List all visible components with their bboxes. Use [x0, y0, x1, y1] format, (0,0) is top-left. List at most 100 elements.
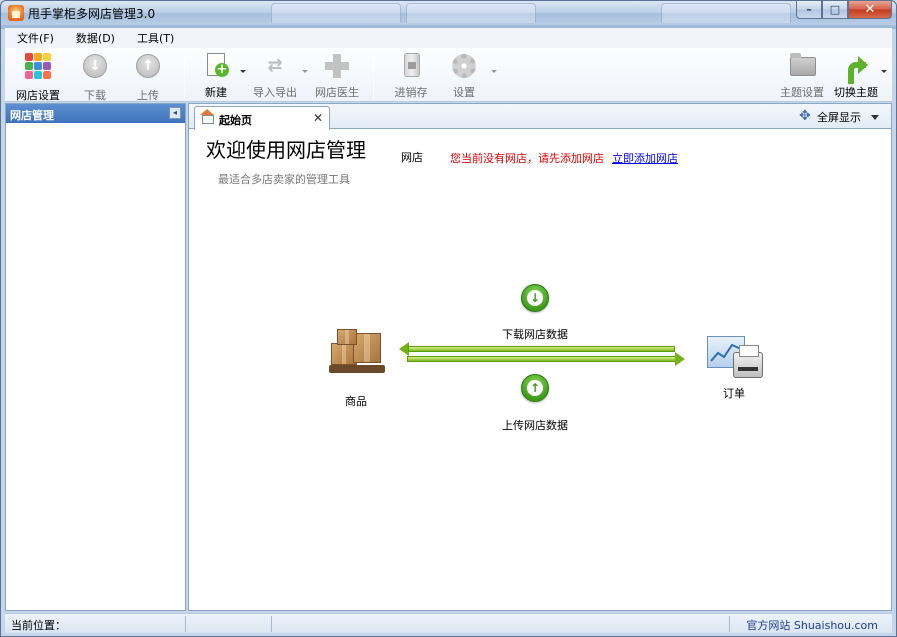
new-button[interactable]: 新建 — [201, 50, 231, 100]
welcome-subtitle: 最适合多店卖家的管理工具 — [218, 173, 350, 186]
move-arrows-icon — [799, 108, 813, 124]
arrow-shaft — [408, 346, 675, 352]
no-shop-warning: 您当前没有网店，请先添加网店 — [450, 152, 604, 165]
menu-file[interactable]: 文件(F) — [15, 30, 56, 46]
download-arrow-container: ↓ — [81, 52, 109, 80]
menu-bar: 文件(F) 数据(D) 工具(T) — [5, 28, 892, 48]
new-label: 新建 — [205, 86, 227, 99]
menu-tools[interactable]: 工具(T) — [135, 30, 176, 46]
printer-shape — [733, 345, 763, 378]
box-shape — [337, 329, 357, 345]
upload-shop-data-button[interactable]: ↑ — [521, 374, 549, 402]
inventory-label: 进销存 — [394, 86, 428, 99]
new-dropdown-arrow-icon[interactable] — [240, 70, 246, 73]
window-title: 甩手掌柜多网店管理3.0 — [28, 7, 156, 21]
add-shop-link[interactable]: 立即添加网店 — [612, 150, 678, 166]
app-logo-icon — [8, 5, 24, 21]
pallet-shape — [329, 365, 385, 373]
theme-settings-button[interactable]: 主题设置 — [777, 50, 827, 100]
arrow-head — [675, 352, 685, 366]
folder-icon — [790, 53, 816, 76]
download-arrow-icon: ↓ — [83, 54, 107, 78]
medical-cross-icon — [325, 54, 349, 78]
download-shop-data-label: 下载网店数据 — [502, 328, 568, 341]
colorful-grid-icon — [24, 52, 52, 80]
gear-icon — [452, 54, 476, 78]
welcome-title: 欢迎使用网店管理 — [206, 138, 366, 162]
import-export-dropdown-arrow-icon[interactable] — [302, 70, 308, 73]
inventory-icon-container — [397, 52, 425, 77]
shop-label: 网店 — [401, 151, 423, 164]
download-label: 下载 — [84, 89, 106, 102]
background-tab — [271, 3, 401, 23]
inventory-button[interactable]: 进销存 — [392, 50, 430, 100]
window-controls: – □ ✕ — [796, 1, 892, 21]
upload-arrow-icon: ↑ — [527, 380, 543, 396]
turn-arrow-icon — [846, 54, 868, 84]
new-icon-container — [202, 52, 230, 77]
import-export-button[interactable]: ⇄ 导入导出 — [250, 50, 300, 100]
switch-theme-button[interactable]: 切换主题 — [831, 50, 881, 100]
tab-start-page[interactable]: 起始页 ✕ — [194, 106, 330, 130]
settings-button[interactable]: 设置 — [449, 50, 479, 100]
upload-arrow-icon: ↑ — [136, 54, 160, 78]
panel-title: 网店管理 — [10, 109, 54, 122]
tab-start-page-label: 起始页 — [219, 114, 252, 127]
panel-header: 网店管理 ◂ — [6, 104, 185, 123]
switch-theme-dropdown-arrow-icon[interactable] — [881, 70, 887, 73]
status-separator — [185, 616, 186, 632]
switch-theme-icon-container — [842, 52, 870, 84]
pin-panel-icon[interactable]: ◂ — [169, 107, 181, 119]
theme-settings-label: 主题设置 — [780, 86, 824, 99]
close-tab-icon[interactable]: ✕ — [313, 111, 323, 125]
status-separator — [729, 616, 730, 632]
official-site-link[interactable]: 官方网站 Shuaishou.com — [746, 617, 878, 633]
status-bar: 当前位置： 官方网站 Shuaishou.com — [5, 613, 892, 633]
exchange-arrows-icon: ⇄ — [267, 55, 283, 76]
upload-shop-data-label: 上传网店数据 — [502, 419, 568, 432]
settings-label: 设置 — [453, 86, 475, 99]
toolbar: 网店设置 ↓ 下载 ↑ 上传 新建 ⇄ 导入导出 — [5, 48, 892, 102]
download-arrow-icon: ↓ — [527, 290, 543, 306]
arrow-shaft — [407, 356, 676, 362]
orders-printer-icon[interactable] — [707, 336, 765, 380]
import-export-icon-container: ⇄ — [261, 52, 289, 77]
left-flow-arrow — [399, 342, 675, 356]
home-icon — [200, 109, 214, 124]
close-window-button[interactable]: ✕ — [848, 1, 892, 19]
shop-settings-button[interactable]: 网店设置 — [13, 50, 63, 102]
settings-dropdown-arrow-icon[interactable] — [491, 70, 497, 73]
shop-doctor-label: 网店医生 — [315, 86, 359, 99]
upload-button[interactable]: ↑ 上传 — [132, 50, 164, 102]
upload-label: 上传 — [137, 89, 159, 102]
new-document-icon — [207, 53, 229, 77]
download-shop-data-button[interactable]: ↓ — [521, 284, 549, 312]
current-location-label: 当前位置： — [11, 619, 66, 632]
toolbar-separator — [184, 52, 185, 98]
background-tab — [661, 3, 791, 23]
goods-boxes-icon[interactable] — [329, 329, 385, 377]
theme-settings-icon-container — [788, 52, 816, 77]
box-shape — [353, 333, 381, 363]
settings-icon-container — [450, 52, 478, 78]
fullscreen-button[interactable]: 全屏显示 — [799, 108, 879, 125]
title-bar: 甩手掌柜多网店管理3.0 – □ ✕ — [1, 1, 896, 25]
minimize-button[interactable]: – — [796, 1, 822, 19]
shop-settings-label: 网店设置 — [16, 89, 60, 102]
maximize-button[interactable]: □ — [822, 1, 848, 19]
download-button[interactable]: ↓ 下载 — [79, 50, 111, 102]
menu-data[interactable]: 数据(D) — [74, 30, 117, 46]
tab-strip: 起始页 ✕ 全屏显示 — [189, 104, 891, 130]
fullscreen-label: 全屏显示 — [817, 111, 861, 124]
inventory-icon — [404, 53, 420, 77]
chevron-down-icon[interactable] — [871, 114, 879, 120]
shop-doctor-icon-container — [323, 52, 351, 78]
toolbar-separator — [373, 52, 374, 98]
main-content-panel: 起始页 ✕ 全屏显示 欢迎使用网店管理 网店 您当前没有网店，请先添加网店 立即… — [188, 103, 892, 611]
right-flow-arrow — [407, 352, 685, 366]
import-export-label: 导入导出 — [253, 86, 297, 99]
shop-doctor-button[interactable]: 网店医生 — [312, 50, 362, 100]
background-tab — [406, 3, 536, 23]
goods-label: 商品 — [345, 395, 367, 408]
order-label: 订单 — [723, 387, 745, 400]
